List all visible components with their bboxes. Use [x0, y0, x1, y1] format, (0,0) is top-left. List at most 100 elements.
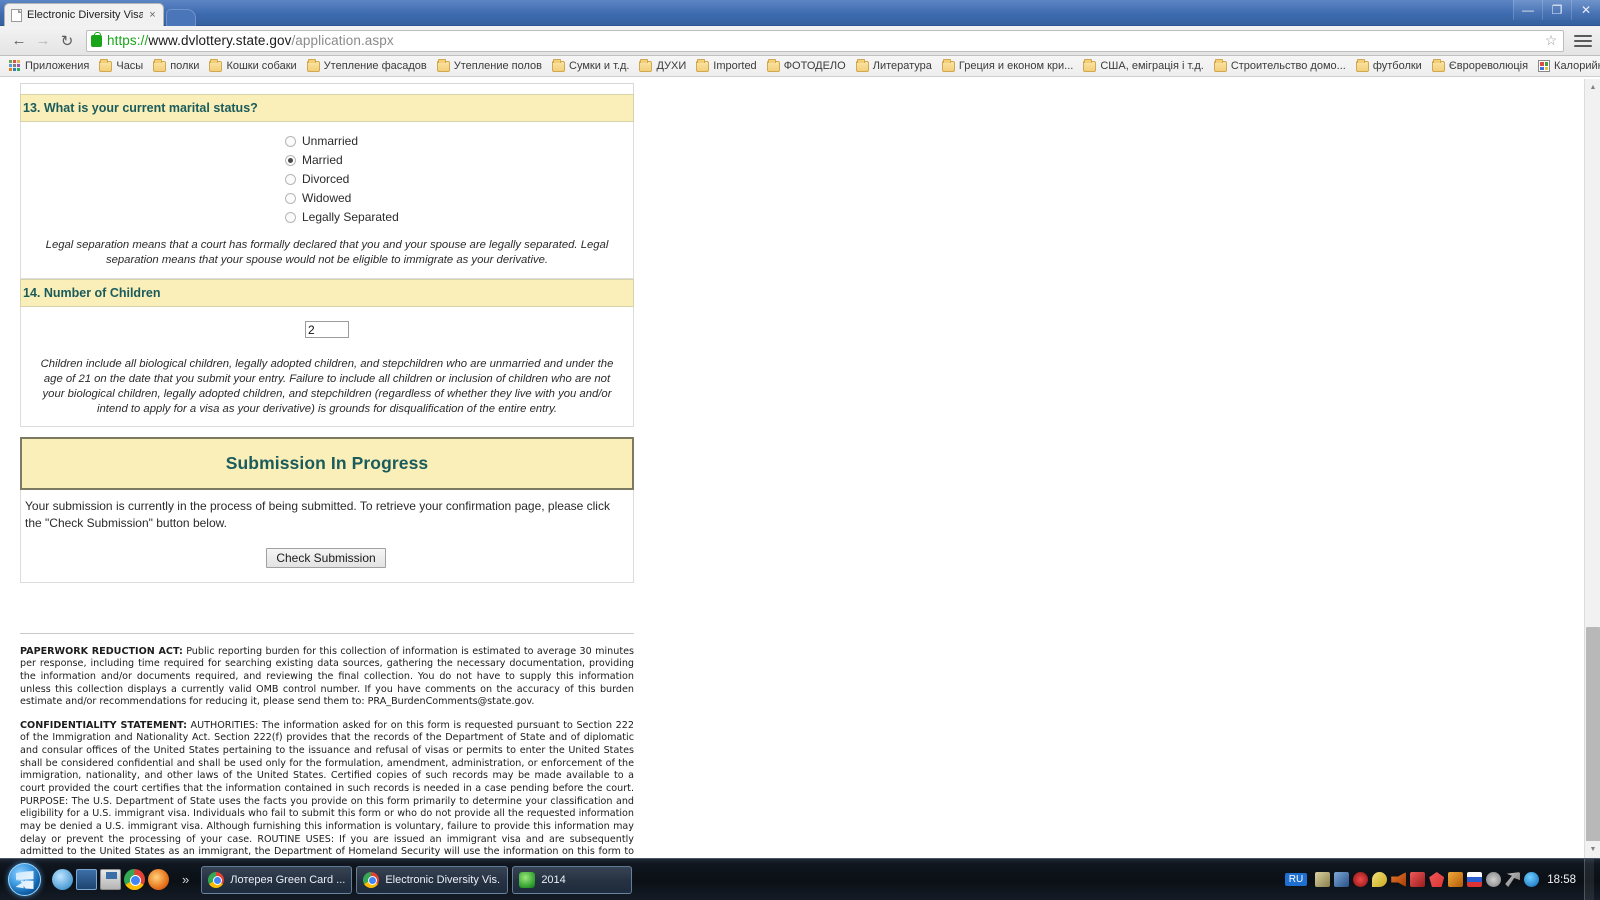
number-of-children-input[interactable]: [305, 321, 349, 339]
scrollbar-thumb[interactable]: [1586, 627, 1600, 847]
bookmark-item[interactable]: Утепление полов: [432, 57, 547, 75]
volume-icon[interactable]: [1391, 872, 1407, 887]
taskbar-item-lottery-green-card[interactable]: Лотерея Green Card ...: [201, 865, 353, 894]
bookmark-item[interactable]: Imported: [691, 57, 761, 75]
radio-label: Married: [302, 153, 343, 167]
close-window-icon[interactable]: ✕: [1571, 0, 1600, 20]
bookmark-item[interactable]: ФОТОДЕЛО: [762, 57, 851, 75]
bookmark-label: футболки: [1372, 60, 1422, 72]
chrome-menu-icon[interactable]: [1574, 34, 1592, 47]
chrome-icon[interactable]: [124, 869, 145, 890]
shield-icon[interactable]: [1429, 872, 1445, 887]
question-14-body: Children include all biological children…: [20, 306, 634, 428]
bookmark-item[interactable]: полки: [148, 57, 204, 75]
address-bar[interactable]: https://www.dvlottery.state.gov/applicat…: [86, 29, 1564, 52]
windows-icon: [1538, 60, 1551, 72]
radio-option-married[interactable]: Married: [285, 153, 627, 167]
tray-icon-c[interactable]: [1353, 872, 1369, 887]
bookmark-star-icon[interactable]: ☆: [1543, 32, 1559, 49]
bookmark-item[interactable]: Утепление фасадов: [302, 57, 432, 75]
reload-icon[interactable]: ↻: [56, 30, 78, 52]
maximize-icon[interactable]: ❐: [1542, 0, 1571, 20]
bookmark-item[interactable]: ДУХИ: [634, 57, 691, 75]
taskbar-item-2014[interactable]: 2014: [512, 865, 633, 894]
bookmark-apps[interactable]: Приложения: [4, 57, 94, 75]
show-desktop-button[interactable]: [1584, 858, 1594, 900]
question-13-body: Unmarried Married Divorced Widowed Legal…: [20, 122, 634, 279]
firefox-icon[interactable]: [148, 869, 169, 890]
bookmark-label: Калорийность Курин...: [1554, 60, 1600, 72]
bookmark-item[interactable]: Литература: [851, 57, 937, 75]
radio-option-widowed[interactable]: Widowed: [285, 191, 627, 205]
save-icon[interactable]: [100, 869, 121, 890]
scroll-up-icon[interactable]: ▲: [1585, 79, 1600, 96]
scroll-down-icon[interactable]: ▼: [1585, 841, 1600, 858]
bookmark-item[interactable]: Строительство домо...: [1209, 57, 1351, 75]
tray-icon-a[interactable]: [1315, 872, 1331, 887]
url-text: https://www.dvlottery.state.gov/applicat…: [107, 33, 394, 48]
bookmark-label: Часы: [116, 60, 144, 72]
tab-electronic-diversity-visa[interactable]: Electronic Diversity Visa Lott ×: [4, 3, 164, 26]
bookmark-item[interactable]: футболки: [1351, 57, 1427, 75]
screen-icon[interactable]: [76, 869, 97, 890]
power-icon[interactable]: [1524, 872, 1540, 887]
page-scrollbar[interactable]: ▲ ▼: [1584, 79, 1600, 858]
bookmark-label: полки: [170, 60, 200, 72]
bookmark-label: Imported: [713, 60, 757, 72]
radio-icon-selected[interactable]: [285, 154, 296, 166]
back-icon[interactable]: ←: [8, 30, 30, 52]
bookmark-item[interactable]: Сумки и т.д.: [547, 57, 634, 75]
number-of-children-row: [27, 315, 627, 343]
taskbar-item-label: Electronic Diversity Vis...: [385, 873, 502, 886]
radio-icon[interactable]: [285, 192, 296, 204]
browser-window: Electronic Diversity Visa Lott × — ❐ ✕ ←…: [0, 0, 1600, 900]
language-indicator[interactable]: RU: [1284, 873, 1308, 886]
folder-icon: [153, 58, 167, 72]
clock[interactable]: 18:58: [1547, 874, 1576, 886]
paperwork-reduction-act-paragraph: PAPERWORK REDUCTION ACT: Public reportin…: [20, 646, 634, 709]
bookmark-label: США, еміграція і т.д.: [1100, 60, 1204, 72]
minimize-icon[interactable]: —: [1513, 0, 1542, 20]
radio-icon[interactable]: [285, 173, 296, 185]
bookmark-label: Сумки и т.д.: [569, 60, 630, 72]
flag-icon[interactable]: [1467, 872, 1483, 887]
tray-icon-d[interactable]: [1372, 872, 1388, 887]
page-favicon-icon: [11, 8, 22, 22]
taskbar-item-electronic-diversity-visa[interactable]: Electronic Diversity Vis...: [356, 865, 509, 894]
radio-option-legally-separated[interactable]: Legally Separated: [285, 210, 627, 224]
windows-logo-icon: [7, 863, 41, 896]
internet-explorer-icon[interactable]: [52, 869, 73, 890]
bookmark-item[interactable]: Єврореволюція: [1427, 57, 1533, 75]
url-path: /application.aspx: [291, 33, 394, 48]
network-icon[interactable]: [1505, 872, 1521, 887]
radio-option-divorced[interactable]: Divorced: [285, 172, 627, 186]
bookmark-item[interactable]: Калорийность Курин...: [1533, 57, 1600, 75]
tray-icon-f[interactable]: [1410, 872, 1426, 887]
close-icon[interactable]: ×: [146, 9, 159, 22]
bookmark-label: Греция и економ кри...: [958, 60, 1074, 72]
bookmark-item[interactable]: США, еміграція і т.д.: [1078, 57, 1208, 75]
overflow-chevron-icon[interactable]: »: [182, 872, 189, 887]
tray-icon-j[interactable]: [1486, 872, 1502, 887]
start-button[interactable]: [2, 861, 46, 899]
dv-application-form: 13. What is your current marital status?…: [20, 79, 634, 583]
radio-option-unmarried[interactable]: Unmarried: [285, 134, 627, 148]
bookmark-label: Литература: [872, 60, 932, 72]
radio-label: Divorced: [302, 172, 350, 186]
radio-icon[interactable]: [285, 211, 296, 223]
check-submission-button-wrap: Check Submission: [25, 547, 627, 568]
submission-status-panel: Submission In Progress: [20, 437, 634, 491]
tray-icon-h[interactable]: [1448, 872, 1464, 887]
new-tab-button[interactable]: [166, 9, 196, 26]
windows-taskbar: » Лотерея Green Card ... Electronic Dive…: [0, 858, 1600, 900]
bookmark-label: Утепление полов: [453, 60, 542, 72]
bookmark-item[interactable]: Часы: [94, 57, 148, 75]
bookmark-item[interactable]: Кошки собаки: [204, 57, 301, 75]
radio-label: Legally Separated: [302, 210, 399, 224]
bookmark-item[interactable]: Греция и економ кри...: [937, 57, 1078, 75]
radio-icon[interactable]: [285, 135, 296, 147]
forward-icon[interactable]: →: [32, 30, 54, 52]
check-submission-button[interactable]: Check Submission: [266, 547, 386, 568]
folder-icon: [99, 58, 113, 72]
tray-icon-b[interactable]: [1334, 872, 1350, 887]
